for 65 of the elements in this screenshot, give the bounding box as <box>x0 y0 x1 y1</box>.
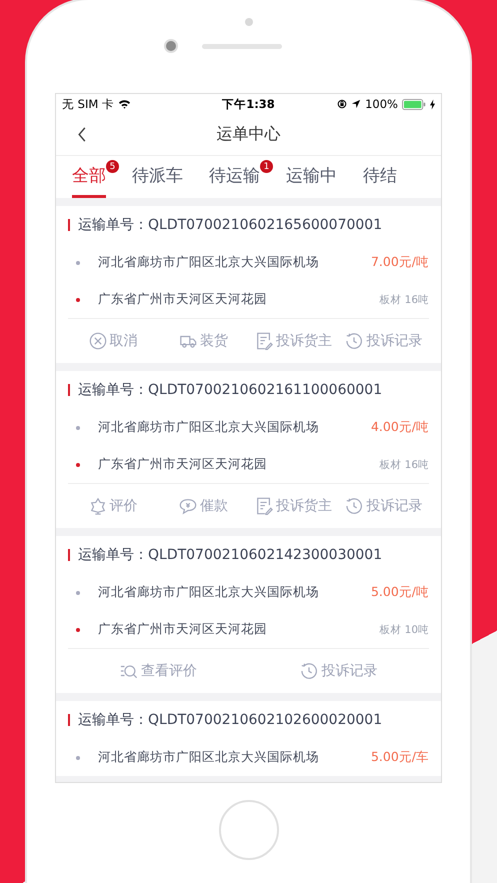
action-button[interactable]: 投诉货主 <box>248 497 339 515</box>
action-button[interactable]: 装货 <box>158 332 248 350</box>
action-button[interactable]: 评价 <box>68 497 158 515</box>
lock-rotation-icon <box>337 99 348 109</box>
charging-icon <box>430 98 435 110</box>
status-tab[interactable]: 待派车 <box>132 156 183 198</box>
speaker-icon <box>202 44 282 48</box>
origin-dot <box>76 590 80 594</box>
camera-icon <box>166 41 176 51</box>
cargo-info: 板材 16吨 <box>379 292 429 306</box>
freight-price: 7.00元/吨 <box>370 254 429 271</box>
destination-dot <box>76 628 80 632</box>
status-tab[interactable]: 待运输 <box>209 156 260 198</box>
origin-address: 河北省廊坊市广阳区北京大兴国际机场 <box>98 584 320 601</box>
order-card[interactable]: 运输单号：QLDT0700210602102600020001 河北省廊坊市广阳区北京大兴国际机场 5.00元/车 <box>56 701 441 776</box>
document-edit-icon <box>255 497 274 515</box>
cargo-info: 板材 16吨 <box>379 458 429 472</box>
order-card[interactable]: 运输单号：QLDT0700210602161100060001 河北省廊坊市广阳区北京大兴国际机场 4.00元/吨 广东省广州市天河区天河花园 板材 16吨 评价 催款 投诉货主 投诉记录 <box>56 371 441 528</box>
close-circle-icon <box>88 332 107 350</box>
back-icon[interactable] <box>77 126 87 143</box>
carrier-text: 无 SIM 卡 <box>62 96 114 112</box>
destination-address: 广东省广州市天河区天河花园 <box>98 621 268 638</box>
origin-address: 河北省廊坊市广阳区北京大兴国际机场 <box>98 749 320 766</box>
order-number: 运输单号：QLDT0700210602102600020001 <box>78 711 382 729</box>
wifi-icon <box>118 99 131 109</box>
destination-address: 广东省广州市天河区天河花园 <box>98 291 268 308</box>
history-icon <box>345 332 364 350</box>
freight-price: 5.00元/吨 <box>370 584 429 601</box>
origin-dot <box>76 260 80 264</box>
order-number: 运输单号：QLDT0700210602161100060001 <box>78 381 382 399</box>
action-button[interactable]: 投诉记录 <box>338 497 429 515</box>
order-card[interactable]: 运输单号：QLDT0700210602165600070001 河北省廊坊市广阳区北京大兴国际机场 7.00元/吨 广东省广州市天河区天河花园 板材 16吨 取消 装货 投诉货主 投诉记录 <box>56 206 441 363</box>
clock-text: 下午1:38 <box>222 96 275 112</box>
status-tab[interactable]: 待结 <box>363 156 397 198</box>
origin-address: 河北省廊坊市广阳区北京大兴国际机场 <box>98 419 320 436</box>
action-button[interactable]: 催款 <box>158 497 248 515</box>
order-number: 运输单号：QLDT0700210602165600070001 <box>78 216 382 234</box>
battery-percent-text: 100% <box>365 97 398 111</box>
history-icon <box>300 662 318 680</box>
origin-address: 河北省廊坊市广阳区北京大兴国际机场 <box>98 254 320 271</box>
document-edit-icon <box>255 332 274 350</box>
chat-bubble-icon <box>178 497 197 515</box>
destination-dot <box>76 462 80 466</box>
order-number: 运输单号：QLDT0700210602142300030001 <box>78 546 382 564</box>
freight-price: 5.00元/车 <box>370 749 429 766</box>
destination-dot <box>76 298 80 302</box>
order-card[interactable]: 运输单号：QLDT0700210602142300030001 河北省廊坊市广阳区北京大兴国际机场 5.00元/吨 广东省广州市天河区天河花园 板材 10吨 查看评价 投诉记录 <box>56 536 441 693</box>
cargo-info: 板材 10吨 <box>379 622 429 636</box>
sensor-icon <box>244 18 252 26</box>
page-title: 运单中心 <box>216 124 280 145</box>
count-badge: 1 <box>260 160 273 173</box>
destination-address: 广东省广州市天河区天河花园 <box>98 456 268 473</box>
action-button[interactable]: 取消 <box>68 332 158 350</box>
status-tab[interactable]: 运输中 <box>286 156 337 198</box>
action-button[interactable]: 投诉记录 <box>338 332 429 350</box>
location-icon <box>351 99 362 109</box>
count-badge: 5 <box>106 160 119 173</box>
origin-dot <box>76 756 80 760</box>
origin-dot <box>76 426 80 430</box>
battery-icon <box>402 98 426 110</box>
action-button[interactable]: 投诉记录 <box>248 662 429 680</box>
action-button[interactable]: 投诉货主 <box>248 332 339 350</box>
history-icon <box>345 497 364 515</box>
action-button[interactable]: 查看评价 <box>68 662 248 680</box>
freight-price: 4.00元/吨 <box>370 419 429 436</box>
